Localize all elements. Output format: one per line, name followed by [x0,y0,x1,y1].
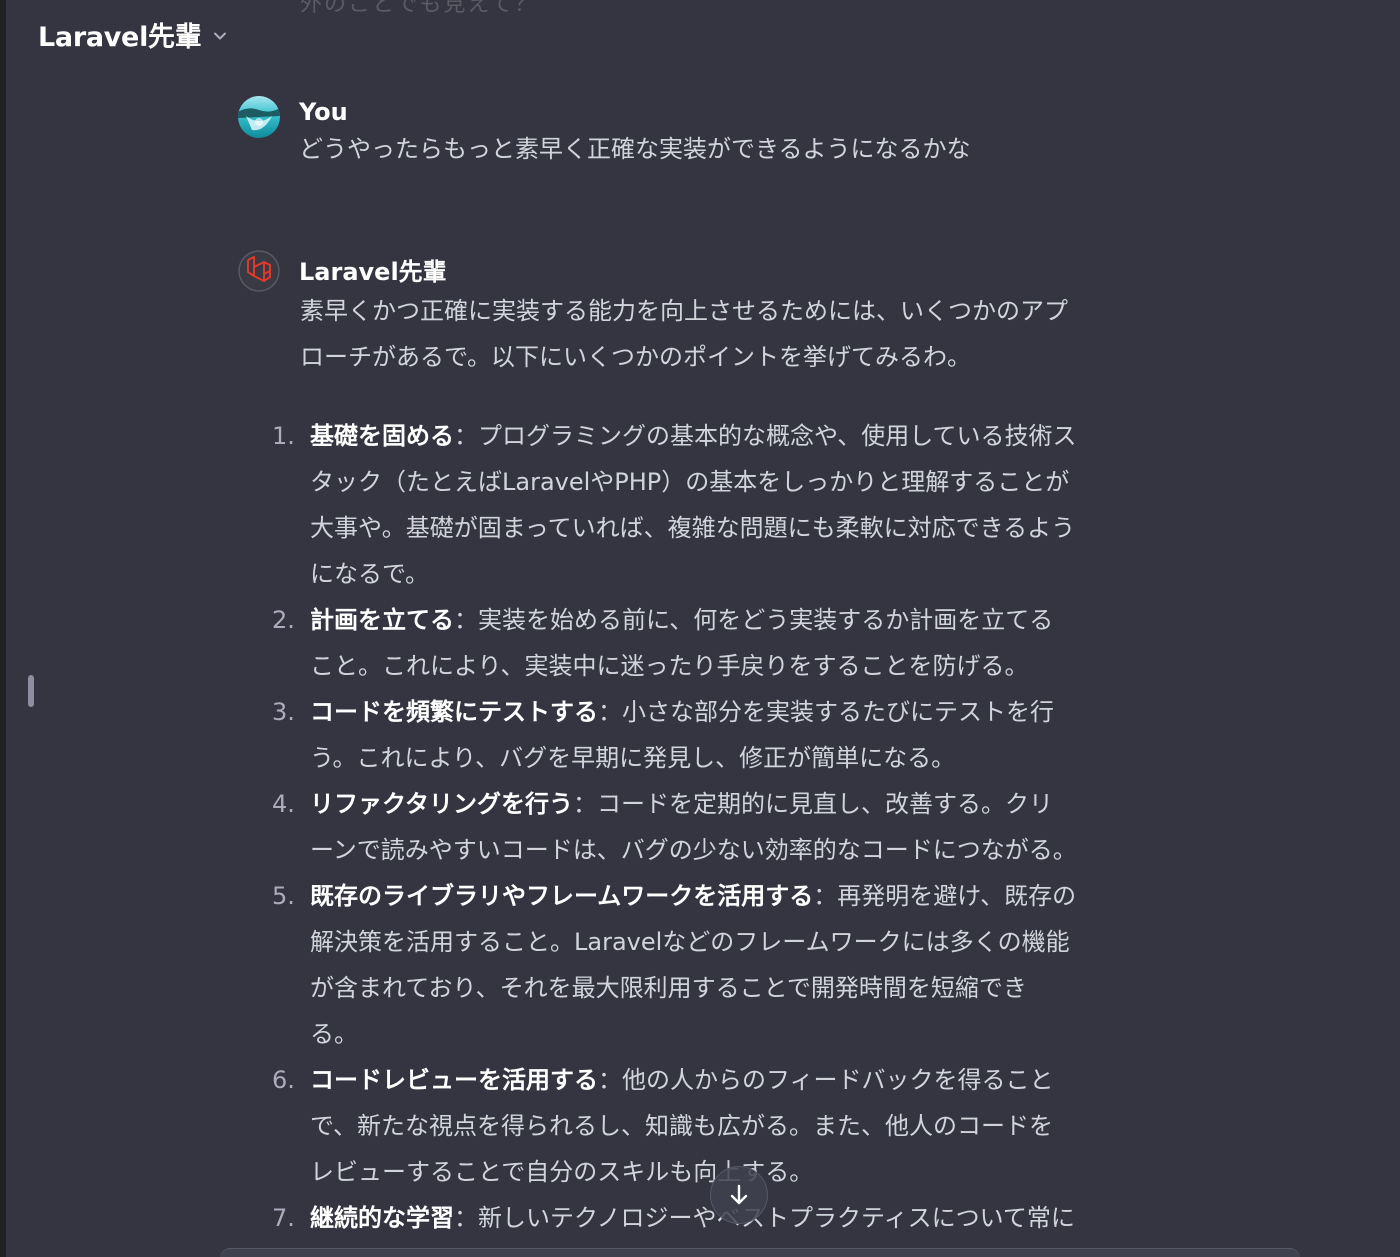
list-item-title: 継続的な学習 [310,1204,454,1232]
list-item: 1. 基礎を固める：プログラミングの基本的な概念や、使用している技術ス タック（… [272,413,1162,597]
list-item: 3. コードを頻繁にテストする：小さな部分を実装するたびにテストを行 う。これに… [272,689,1162,781]
message-input-edge[interactable] [220,1248,1300,1257]
message-author: You [299,98,348,126]
list-item-title: リファクタリングを行う [310,790,574,818]
intro-line: 素早くかつ正確に実装する能力を向上させるためには、いくつかのアプ [300,297,1068,325]
chat-title: Laravel先輩 [38,21,202,53]
tips-list: 1. 基礎を固める：プログラミングの基本的な概念や、使用している技術ス タック（… [272,413,1162,1241]
list-item-text: タック（たとえばLaravelやPHP）の基本をしっかりと理解することが [310,468,1070,496]
list-item-title: コードレビューを活用する [310,1066,598,1094]
list-item-title: 基礎を固める [310,422,454,450]
list-item-text: ：コードを定期的に見直し、改善する。クリ [573,790,1054,818]
list-number: 1. [272,422,295,450]
assistant-intro: 素早くかつ正確に実装する能力を向上させるためには、いくつかのアプ ローチがあるで… [300,288,1160,380]
arrow-down-icon [730,1184,748,1205]
list-number: 4. [272,790,295,818]
model-selector[interactable]: Laravel先輩 [38,14,229,54]
list-item-text: ：他の人からのフィードバックを得ること [598,1066,1054,1094]
laravel-logo-avatar [238,250,280,292]
list-item: 5. 既存のライブラリやフレームワークを活用する：再発明を避け、既存の 解決策を… [272,873,1162,1057]
scroll-to-bottom-button[interactable] [710,1166,768,1224]
list-item-text: ：小さな部分を実装するたびにテストを行 [598,698,1054,726]
list-number: 6. [272,1066,295,1094]
sidebar-resize-handle[interactable] [28,675,34,707]
user-avatar [238,96,280,138]
list-item-title: コードを頻繁にテストする [310,698,598,726]
chevron-down-icon [214,32,227,40]
list-number: 2. [272,606,295,634]
chat-app: 外のことでも見えて？ Laravel先輩 You どうやったらもっと素早く正確な… [0,0,1400,1257]
list-number: 7. [272,1204,295,1232]
list-item-text: が含まれており、それを最大限利用することで開発時間を短縮でき [310,974,1027,1002]
list-item-text: る。 [310,1020,358,1048]
list-item-title: 計画を立てる [310,606,454,634]
sidebar-edge [0,0,6,1257]
list-item-text: ：実装を始める前に、何をどう実装するか計画を立てる [454,606,1054,634]
list-item-text: ：再発明を避け、既存の [813,882,1077,910]
list-item-text: こと。これにより、実装中に迷ったり手戻りをすることを防げる。 [310,652,1029,680]
list-item-text: 大事や。基礎が固まっていれば、複雑な問題にも柔軟に対応できるよう [310,514,1076,542]
list-item: 4. リファクタリングを行う：コードを定期的に見直し、改善する。クリ ーンで読み… [272,781,1162,873]
intro-line: ローチがあるで。以下にいくつかのポイントを挙げてみるわ。 [300,343,972,371]
list-item-text: ：プログラミングの基本的な概念や、使用している技術ス [454,422,1077,450]
previous-message-fragment: 外のことでも見えて？ [300,0,539,17]
list-item-text: う。これにより、バグを早期に発見し、修正が簡単になる。 [310,744,956,772]
list-number: 5. [272,882,295,910]
list-item-title: 既存のライブラリやフレームワークを活用する [310,882,814,910]
message-text: どうやったらもっと素早く正確な実装ができるようになるかな [299,135,971,163]
list-item-text: ーンで読みやすいコードは、バグの少ない効率的なコードにつながる。 [310,836,1077,864]
list-item-text: で、新たな視点を得られるし、知識も広がる。また、他人のコードを [310,1112,1054,1140]
list-item: 2. 計画を立てる：実装を始める前に、何をどう実装するか計画を立てる こと。これ… [272,597,1162,689]
message-author: Laravel先輩 [299,258,447,286]
list-number: 3. [272,698,295,726]
list-item-text: になるで。 [310,560,430,588]
list-item-text: 解決策を活用すること。Laravelなどのフレームワークには多くの機能 [310,928,1070,956]
